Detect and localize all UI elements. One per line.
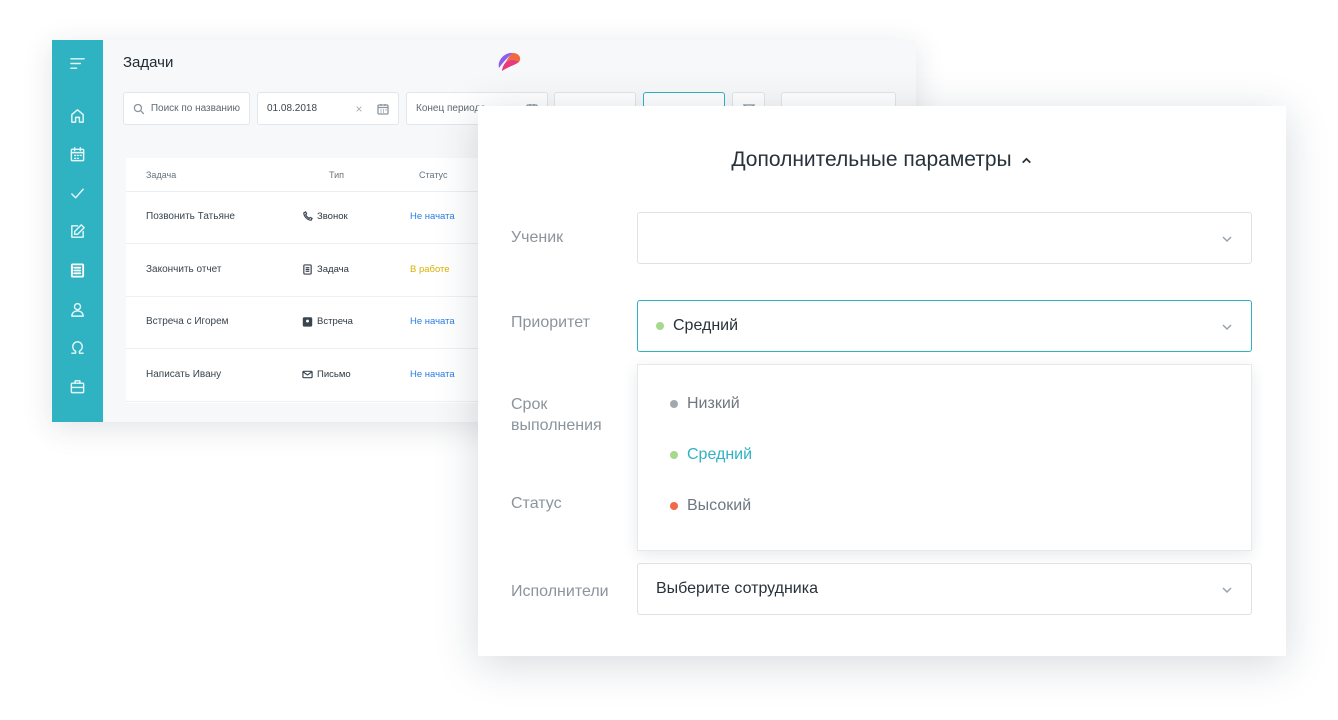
executors-label: Исполнители xyxy=(511,583,609,600)
tasks-icon[interactable] xyxy=(68,261,86,279)
priority-dot-icon xyxy=(670,502,678,510)
priority-dropdown: Низкий Средний Высокий xyxy=(637,364,1252,551)
date-end-placeholder: Конец периода xyxy=(416,103,486,114)
phone-icon xyxy=(303,211,313,221)
task-type-label: Звонок xyxy=(317,211,348,222)
page-title: Задачи xyxy=(123,54,174,71)
chevron-down-icon[interactable] xyxy=(1221,233,1233,245)
priority-select[interactable]: Средний xyxy=(637,300,1252,352)
task-icon xyxy=(303,264,312,275)
omega-icon[interactable] xyxy=(68,338,86,356)
brand-logo-icon xyxy=(498,52,521,71)
priority-label: Приоритет xyxy=(511,314,590,331)
meeting-icon xyxy=(302,317,313,327)
executors-placeholder: Выберите сотрудника xyxy=(656,580,818,597)
task-type: Задача xyxy=(302,264,349,275)
task-type-label: Встреча xyxy=(317,316,353,327)
status-label: Статус xyxy=(511,495,562,512)
task-type: Звонок xyxy=(302,211,348,222)
option-label: Средний xyxy=(687,446,753,463)
task-name: Закончить отчет xyxy=(146,264,222,275)
status-badge: В работе xyxy=(410,264,450,275)
priority-dot-icon xyxy=(670,451,678,459)
priority-value: Средний xyxy=(673,317,739,334)
chevron-down-icon[interactable] xyxy=(1221,321,1233,333)
priority-option-low[interactable]: Низкий xyxy=(670,395,740,413)
search-placeholder: Поиск по названию xyxy=(150,103,240,114)
status-badge: Не начата xyxy=(410,316,455,327)
priority-option-medium[interactable]: Средний xyxy=(670,446,752,464)
menu-icon[interactable] xyxy=(68,54,86,72)
task-type-label: Письмо xyxy=(317,369,351,380)
task-type-label: Задача xyxy=(317,264,349,275)
task-name: Позвонить Татьяне xyxy=(146,211,235,222)
priority-option-high[interactable]: Высокий xyxy=(670,497,751,515)
clear-icon[interactable]: × xyxy=(356,102,363,116)
panel-title[interactable]: Дополнительные параметры xyxy=(478,148,1286,172)
chevron-down-icon[interactable] xyxy=(1221,584,1233,596)
mail-icon xyxy=(302,370,313,379)
column-header-task[interactable]: Задача xyxy=(146,170,176,180)
check-icon[interactable] xyxy=(68,184,86,202)
task-name: Написать Ивану xyxy=(146,369,222,380)
sidebar xyxy=(52,40,103,422)
task-name: Встреча с Игорем xyxy=(146,316,229,327)
status-badge: Не начата xyxy=(410,211,455,222)
user-icon[interactable] xyxy=(68,300,86,318)
panel-title-text: Дополнительные параметры xyxy=(731,148,1012,171)
date-start-input[interactable]: 01.08.2018 × xyxy=(257,92,399,125)
task-type: Встреча xyxy=(302,316,353,327)
priority-dot-icon xyxy=(656,322,664,330)
deadline-label: Срок выполнения xyxy=(511,396,602,434)
executors-select[interactable]: Выберите сотрудника xyxy=(637,563,1252,615)
search-input[interactable]: Поиск по названию xyxy=(123,92,250,125)
task-type: Письмо xyxy=(302,369,351,380)
option-label: Низкий xyxy=(687,395,740,412)
status-badge: Не начата xyxy=(410,369,455,380)
column-header-type[interactable]: Тип xyxy=(329,170,344,180)
additional-params-panel: Дополнительные параметры Ученик Приорите… xyxy=(478,106,1286,656)
column-header-status[interactable]: Статус xyxy=(419,170,447,180)
student-select[interactable] xyxy=(637,212,1252,264)
option-label: Высокий xyxy=(687,497,752,514)
priority-dot-icon xyxy=(670,400,678,408)
student-label: Ученик xyxy=(511,229,564,246)
search-icon xyxy=(133,103,145,114)
home-icon[interactable] xyxy=(68,106,86,124)
chevron-up-icon[interactable] xyxy=(1020,154,1033,167)
edit-icon[interactable] xyxy=(68,222,86,240)
date-start-value: 01.08.2018 xyxy=(267,103,318,114)
calendar-icon[interactable] xyxy=(68,145,86,163)
calendar-icon[interactable] xyxy=(377,103,389,115)
briefcase-icon[interactable] xyxy=(68,377,86,395)
